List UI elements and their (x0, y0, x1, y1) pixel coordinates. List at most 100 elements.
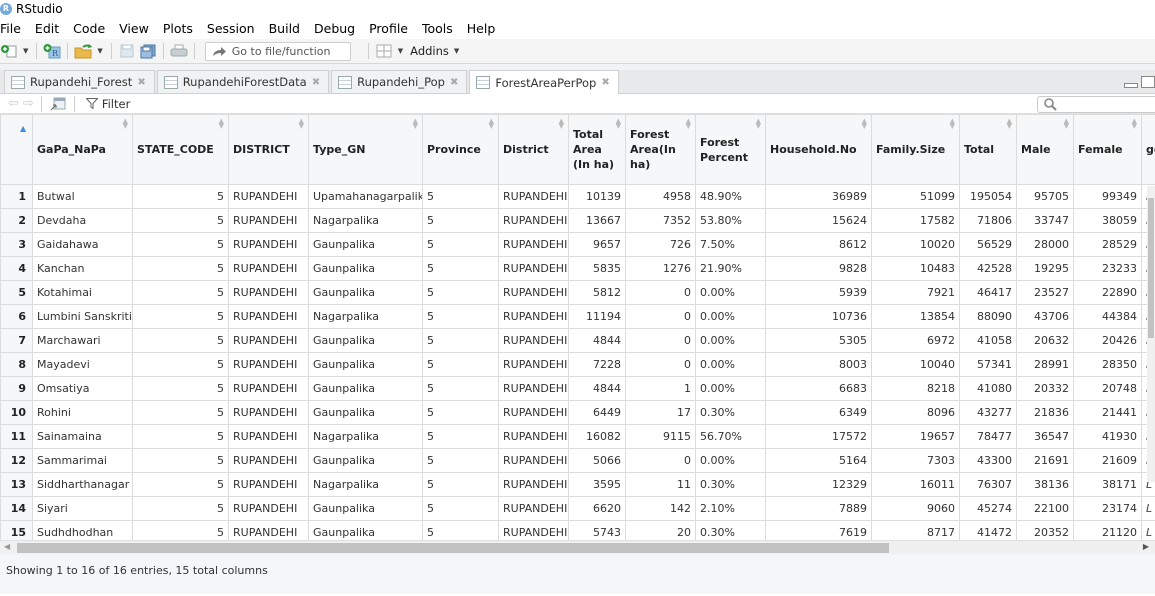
close-tab-icon[interactable]: ✖ (312, 77, 320, 88)
menu-debug[interactable]: Debug (314, 21, 362, 36)
table-cell: 0.00% (695, 304, 766, 329)
menu-edit[interactable]: Edit (35, 21, 66, 36)
open-file-dropdown-icon[interactable]: ▼ (97, 47, 102, 55)
table-cell: RUPANDEHI (228, 496, 309, 521)
menu-profile[interactable]: Profile (369, 21, 415, 36)
row-number: 13 (0, 472, 33, 497)
show-in-new-window-icon[interactable] (49, 96, 67, 112)
forward-arrow-icon[interactable]: ⇨ (23, 96, 34, 111)
save-all-icon[interactable] (139, 43, 157, 59)
menu-tools[interactable]: Tools (422, 21, 460, 36)
menu-plots[interactable]: Plots (163, 21, 200, 36)
table-cell: RUPANDEHI (228, 256, 309, 281)
column-header[interactable]: ge (1141, 114, 1155, 185)
column-header[interactable]: ▲ ▼ Type_GN (308, 114, 423, 185)
table-cell: 15624 (765, 208, 872, 233)
column-header[interactable]: ▲ ▼ Male (1016, 114, 1074, 185)
table-cell: 0 (625, 304, 696, 329)
table-cell: 28529 (1073, 232, 1142, 257)
table-cell: 38059 (1073, 208, 1142, 233)
maximize-pane-icon[interactable] (1141, 76, 1155, 88)
menu-build[interactable]: Build (269, 21, 307, 36)
column-header[interactable]: ▲ ▼ Forest Area(In ha) (625, 114, 696, 185)
open-file-icon[interactable] (74, 43, 93, 59)
back-arrow-icon[interactable]: ⇦ (8, 96, 19, 111)
table-cell: RUPANDEHI (498, 184, 569, 209)
horizontal-scrollbar-thumb[interactable] (17, 543, 889, 553)
column-header[interactable]: ▲ ▼ Family.Size (871, 114, 960, 185)
vertical-scrollbar-thumb[interactable] (1148, 198, 1154, 338)
column-header[interactable]: ▲ ▼ GaPa_NaPa (32, 114, 133, 185)
tab-forest-area-per-pop[interactable]: ForestAreaPerPop ✖ (469, 70, 619, 94)
row-number: 9 (0, 376, 33, 401)
table-cell: 5 (422, 472, 499, 497)
table-cell: 5 (422, 328, 499, 353)
column-header[interactable]: ▲ ▼ Total (959, 114, 1017, 185)
tab-rupandehi-forest[interactable]: Rupandehi_Forest ✖ (4, 70, 155, 93)
menu-file[interactable]: File (0, 21, 28, 36)
minimize-pane-icon[interactable] (1124, 83, 1138, 88)
table-cell: 23174 (1073, 496, 1142, 521)
column-header[interactable]: ▲ ▼ District (498, 114, 569, 185)
table-row: 4 Kanchan 5 RUPANDEHI Gaunpalika 5 RUPANDEHI 58… (0, 256, 1155, 281)
pane-layout-dropdown-icon[interactable]: ▼ (398, 47, 403, 55)
table-cell: 2.10% (695, 496, 766, 521)
table-cell: RUPANDEHI (498, 232, 569, 257)
row-index-header[interactable]: ▲ (0, 114, 33, 185)
scroll-right-icon[interactable]: ▶ (1143, 542, 1149, 551)
column-header[interactable]: ▲ ▼ Female (1073, 114, 1142, 185)
column-header[interactable]: ▲ ▼ Total Area (In ha) (568, 114, 626, 185)
table-cell: 5 (132, 496, 229, 521)
table-cell: 7889 (765, 496, 872, 521)
new-project-icon[interactable]: R (43, 43, 61, 59)
tab-rupandehi-pop[interactable]: Rupandehi_Pop ✖ (331, 70, 468, 93)
toolbar-separator (73, 95, 75, 112)
vertical-scrollbar[interactable] (1147, 186, 1155, 482)
toolbar-separator (36, 43, 38, 59)
new-file-icon[interactable] (0, 43, 18, 59)
table-cell: RUPANDEHI (228, 328, 309, 353)
table-cell: 5 (132, 184, 229, 209)
table-cell: 5 (132, 448, 229, 473)
table-cell: 5 (422, 424, 499, 449)
save-icon[interactable] (118, 43, 136, 59)
menu-view[interactable]: View (119, 21, 156, 36)
column-header[interactable]: ▲ ▼ Household.No (765, 114, 872, 185)
app-title: RStudio (16, 1, 63, 16)
table-cell: 7228 (568, 352, 626, 377)
addins-menu[interactable]: Addins (410, 44, 449, 58)
column-header[interactable]: ▲ ▼ STATE_CODE (132, 114, 229, 185)
table-cell: 4958 (625, 184, 696, 209)
go-to-file-function-input[interactable]: Go to file/function (204, 41, 351, 61)
horizontal-scrollbar[interactable]: ◀ ▶ (0, 540, 1155, 554)
scroll-left-icon[interactable]: ◀ (4, 542, 10, 551)
table-cell: 9657 (568, 232, 626, 257)
table-cell: Gaunpalika (308, 280, 423, 305)
new-file-dropdown-icon[interactable]: ▼ (23, 47, 28, 55)
print-icon[interactable] (170, 43, 188, 59)
sort-icon: ▲ ▼ (615, 117, 621, 130)
close-tab-icon[interactable]: ✖ (450, 77, 458, 88)
filter-button[interactable]: Filter (85, 97, 130, 111)
tab-rupandehi-forest-data[interactable]: RupandehiForestData ✖ (156, 70, 330, 93)
column-header[interactable]: ▲ ▼ DISTRICT (228, 114, 309, 185)
filter-icon (85, 98, 98, 109)
table-cell: 10736 (765, 304, 872, 329)
close-tab-icon[interactable]: ✖ (601, 77, 609, 88)
addins-dropdown-icon[interactable]: ▼ (454, 47, 459, 55)
table-cell: 22100 (1016, 496, 1074, 521)
menu-help[interactable]: Help (467, 21, 503, 36)
menu-session[interactable]: Session (207, 21, 262, 36)
data-viewer-toolbar: ⇦ ⇨ Filter (0, 94, 1155, 114)
column-header[interactable]: ▲ ▼ Province (422, 114, 499, 185)
column-header[interactable]: ▲ ▼ Forest Percent (695, 114, 766, 185)
table-cell: 10483 (871, 256, 960, 281)
go-to-arrow-icon (212, 47, 226, 56)
menu-code[interactable]: Code (73, 21, 112, 36)
table-cell: 0.00% (695, 376, 766, 401)
pane-layout-icon[interactable] (375, 43, 393, 59)
close-tab-icon[interactable]: ✖ (137, 77, 145, 88)
table-cell: RUPANDEHI (228, 304, 309, 329)
table-search-input[interactable] (1037, 96, 1155, 113)
table-cell: Gaunpalika (308, 328, 423, 353)
